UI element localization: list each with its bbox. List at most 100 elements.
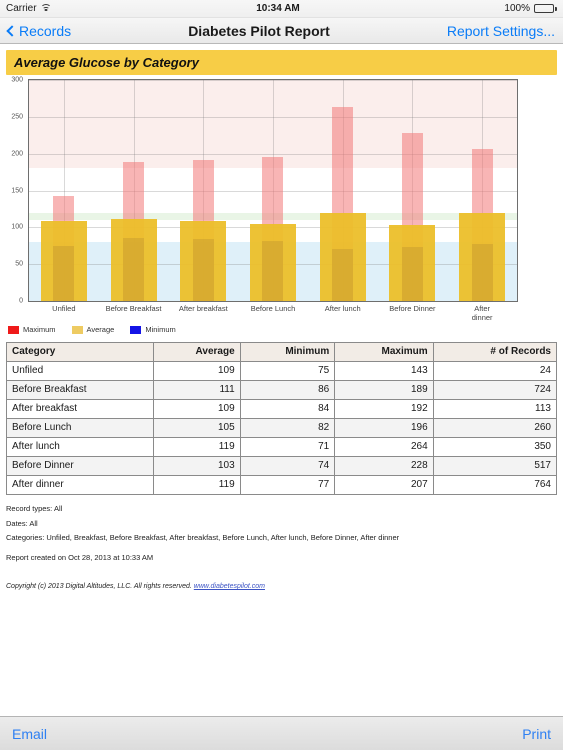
chart-y-tick-label: 300 [11,76,23,84]
section-title: Average Glucose by Category [6,50,557,75]
back-button-label: Records [19,22,72,39]
column-header-records: # of Records [432,342,558,362]
chart-x-axis: Unfiled Before Breakfast After breakfast Be… [28,304,518,322]
report-notes: Record types: All Dates: All Categories:… [6,505,557,561]
cell-average: 119 [153,475,241,495]
column-header-maximum: Maximum [334,342,434,362]
chart-bar-group [168,80,238,301]
cell-records: 724 [432,380,558,400]
bottom-toolbar: Email Print [0,716,563,750]
chart-y-axis: 0 50 100 150 200 250 300 [0,76,26,305]
status-bar: Carrier 10:34 AM 100% [0,0,563,18]
table-row: Before Breakfast 111 86 189 724 [5,380,558,400]
cell-category: After breakfast [5,399,155,419]
legend-label: Minimum [145,325,176,334]
cell-minimum: 84 [239,399,336,419]
status-bar-right: 100% [504,3,557,14]
carrier-label: Carrier [6,3,37,14]
cell-minimum: 74 [239,456,336,476]
chart-bar-minimum [332,248,354,301]
legend-label: Maximum [23,325,56,334]
back-button[interactable]: Records [6,22,72,39]
table-header-row: Category Average Minimum Maximum # of Re… [5,342,558,362]
cell-minimum: 71 [239,437,336,457]
chart-y-tick-label: 100 [11,223,23,231]
table-row: Unfiled 109 75 143 24 [5,361,558,381]
cell-maximum: 189 [334,380,434,400]
chart-x-label: After dinner [471,304,493,322]
chart-bar-minimum [123,237,145,301]
battery-full-icon [534,4,557,13]
cell-records: 517 [432,456,558,476]
table-row: After dinner 119 77 207 764 [5,475,558,495]
chart-bar-minimum [401,246,423,301]
chart-y-tick-label: 0 [19,297,23,305]
summary-table: Category Average Minimum Maximum # of Re… [5,342,558,495]
cell-category: Unfiled [5,361,155,381]
cell-records: 350 [432,437,558,457]
chart-x-label: Before Dinner [389,304,436,313]
cell-maximum: 207 [334,475,434,495]
navigation-bar: Records Diabetes Pilot Report Report Set… [0,18,563,44]
cell-category: Before Dinner [5,456,155,476]
legend-item: Minimum [130,325,176,334]
chart-x-label: After lunch [324,304,361,313]
table-row: After lunch 119 71 264 350 [5,437,558,457]
cell-average: 103 [153,456,241,476]
email-button[interactable]: Email [12,726,47,742]
cell-category: After dinner [5,475,155,495]
print-button[interactable]: Print [522,726,551,742]
legend-label: Average [86,325,115,334]
chart-bar-group [99,80,169,301]
column-header-average: Average [153,342,241,362]
chart-x-label: After breakfast [178,304,228,313]
cell-maximum: 228 [334,456,434,476]
table-header: Category Average Minimum Maximum # of Re… [5,342,558,362]
copyright-notice: Copyright (c) 2013 Digital Altitudes, LL… [6,583,557,590]
app-root: Carrier 10:34 AM 100% Records Diabetes P… [0,0,563,750]
table-row: Before Dinner 103 74 228 517 [5,456,558,476]
chart-x-label: Before Lunch [250,304,296,313]
chart-x-label: Before Breakfast [105,304,162,313]
cell-records: 24 [432,361,558,381]
table-row: Before Lunch 105 82 196 260 [5,418,558,438]
legend-swatch-icon [130,325,142,334]
cell-records: 764 [432,475,558,495]
cell-records: 113 [432,399,558,419]
legend-item: Average [71,325,115,334]
cell-maximum: 143 [334,361,434,381]
cell-average: 109 [153,399,241,419]
website-link[interactable]: www.diabetespilot.com [194,583,265,590]
note-categories: Categories: Unfiled, Breakfast, Before B… [6,533,400,542]
column-header-minimum: Minimum [239,342,336,362]
summary-table-wrap: Category Average Minimum Maximum # of Re… [5,342,558,495]
note-dates: Dates: All [6,518,38,528]
cell-category: Before Breakfast [5,380,155,400]
cell-minimum: 86 [239,380,336,400]
report-settings-button[interactable]: Report Settings... [447,23,555,39]
status-bar-clock: 10:34 AM [256,3,300,14]
cell-records: 260 [432,418,558,438]
cell-category: After lunch [5,437,155,457]
chart-bar-minimum [53,245,75,301]
chart-bar-minimum [262,240,284,301]
chart-x-label: Unfiled [52,304,76,313]
chart-legend: Maximum Average Minimum [8,325,563,334]
legend-swatch-icon [8,325,19,334]
report-content: Average Glucose by Category 0 50 100 150 200… [0,50,563,690]
cell-minimum: 77 [239,475,336,495]
note-created: Report created on Oct 28, 2013 at 10:33 … [6,552,154,562]
chart-plot-area [28,79,518,302]
chart-y-tick-label: 150 [11,187,23,194]
chart-bar-group [29,80,99,301]
legend-swatch-icon [71,325,83,334]
battery-percent-label: 100% [504,3,530,14]
glucose-chart: 0 50 100 150 200 250 300 Unfiled Before Breakfa… [0,76,563,322]
chart-bar-group [378,80,448,301]
cell-minimum: 75 [239,361,336,381]
chevron-left-icon [6,24,18,37]
cell-average: 111 [153,380,241,400]
table-body: Unfiled 109 75 143 24 Before Breakfast 111 86 18… [5,361,558,495]
chart-y-tick-label: 200 [11,150,23,158]
wifi-icon [40,4,52,13]
